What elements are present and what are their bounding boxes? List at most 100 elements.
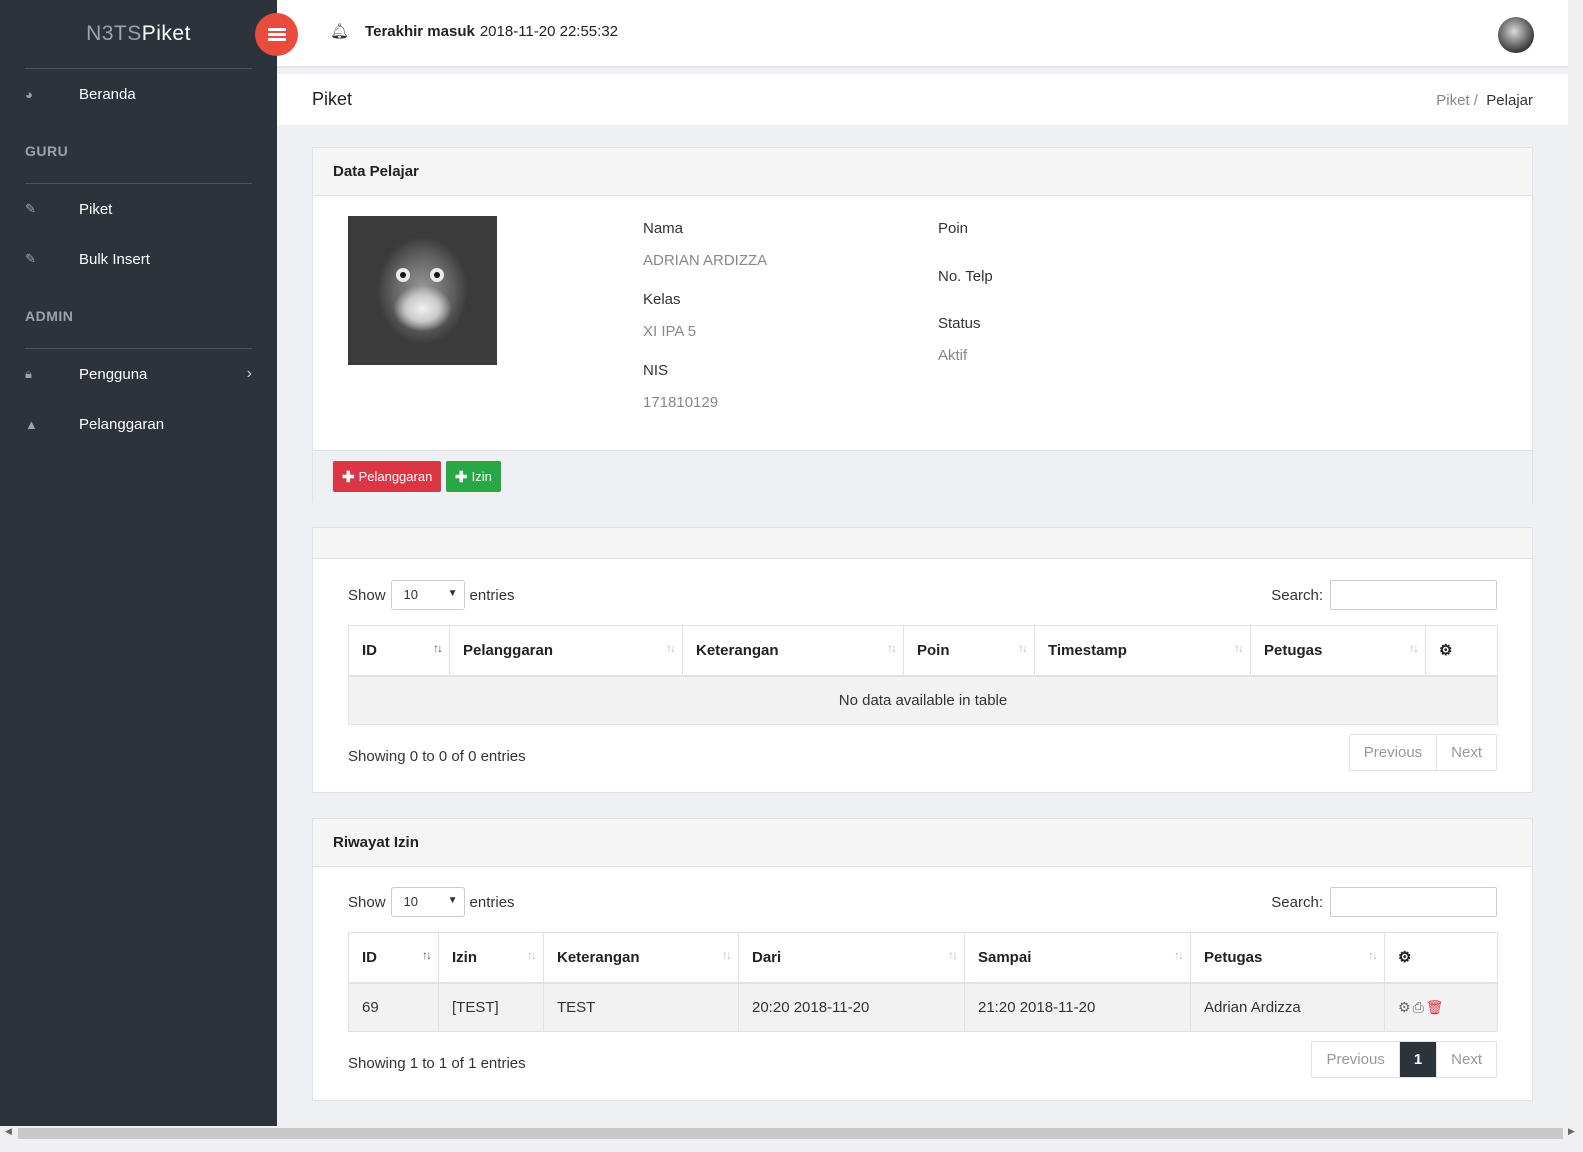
sort-icon: ↑↓	[1174, 948, 1184, 962]
next-button[interactable]: Next	[1436, 735, 1496, 770]
value-kelas: XI IPA 5	[643, 323, 697, 340]
sort-icon: ↑↓	[1368, 948, 1378, 962]
brand-part2: Piket	[141, 22, 191, 45]
column-header[interactable]: Dari ↑↓	[738, 932, 965, 984]
card-title	[313, 528, 1532, 559]
last-login-label: Terakhir masuk	[365, 22, 475, 40]
sidebar-item-piket[interactable]: ✎ Piket	[0, 184, 277, 234]
sidebar-item-bulk-insert[interactable]: ✎ Bulk Insert	[0, 234, 277, 284]
add-izin-button[interactable]: ✚ Izin	[446, 461, 501, 492]
gears-icon: ⚙	[1398, 949, 1412, 967]
column-header[interactable]: Izin ↑↓	[438, 932, 544, 984]
brand-logo[interactable]: N3TS Piket	[0, 0, 277, 68]
actions-column-header: ⚙	[1425, 625, 1498, 677]
label-status: Status	[938, 315, 981, 332]
sidebar-toggle-button[interactable]	[255, 13, 298, 56]
column-label: Keterangan	[557, 948, 640, 966]
previous-button[interactable]: Previous	[1312, 1042, 1398, 1077]
search-label: Search:	[1271, 586, 1323, 604]
table-header-row: ID ↑↓ Izin ↑↓ Keterangan ↑↓ Dari ↑↓ Sampai ↑↓…	[348, 932, 1498, 984]
scroll-right-icon[interactable]: ▶	[1568, 1126, 1575, 1137]
column-label: Pelanggaran	[463, 641, 554, 659]
trash-icon[interactable]: 🗑︎	[1426, 999, 1446, 1015]
value-nama: ADRIAN ARDIZZA	[643, 252, 768, 269]
column-label: Izin	[452, 948, 477, 966]
caret-down-icon: ▼	[447, 895, 458, 906]
permit-card: Riwayat Izin Show 10 ▼ entries Search: ID…	[312, 818, 1533, 1101]
column-label: Dari	[752, 948, 782, 966]
cell-keterangan: TEST	[543, 982, 739, 1032]
search-label: Search:	[1271, 893, 1323, 911]
column-header[interactable]: Keterangan ↑↓	[543, 932, 739, 984]
lock-icon: 🔒︎	[25, 366, 32, 381]
sort-icon: ↑↓	[722, 948, 732, 962]
student-card: Data Pelajar Nama ADRIAN ARDIZZA Kelas X…	[312, 147, 1533, 503]
column-label: ID	[362, 948, 377, 966]
sidebar-item-label: Pelanggaran	[79, 415, 165, 433]
length-select[interactable]: 10 ▼	[390, 887, 465, 917]
breadcrumb-link[interactable]: Piket	[1436, 92, 1469, 109]
cell-dari: 20:20 2018-11-20	[738, 982, 965, 1032]
next-button[interactable]: Next	[1436, 1042, 1496, 1077]
sort-icon: ↑↓	[948, 948, 958, 962]
gear-icon[interactable]: ⚙	[1398, 999, 1413, 1015]
sidebar-item-pelanggaran[interactable]: ▲ Pelanggaran	[0, 399, 277, 449]
add-pelanggaran-button[interactable]: ✚ Pelanggaran	[333, 461, 442, 492]
pencil-icon: ✎	[25, 201, 36, 216]
sidebar-item-label: Bulk Insert	[79, 250, 150, 268]
table-header-row: ID ↑↓ Pelanggaran ↑↓ Keterangan ↑↓ Poin ↑↓ T…	[348, 625, 1498, 677]
print-icon[interactable]: ⎙	[1413, 999, 1426, 1015]
scrollbar-thumb[interactable]	[18, 1128, 1563, 1139]
card-title: Riwayat Izin	[313, 819, 1532, 867]
scroll-left-icon[interactable]: ◀	[5, 1126, 12, 1137]
previous-button[interactable]: Previous	[1350, 735, 1436, 770]
length-control: Show 10 ▼ entries	[348, 887, 515, 917]
length-select[interactable]: 10 ▼	[390, 580, 465, 610]
sort-icon: ↑↓	[422, 948, 432, 962]
sort-icon: ↑↓	[527, 948, 537, 962]
sort-icon: ↑↓	[433, 641, 443, 655]
empty-message: No data available in table	[348, 675, 1498, 725]
column-header[interactable]: Sampai ↑↓	[964, 932, 1191, 984]
page-1-button[interactable]: 1	[1398, 1042, 1437, 1077]
column-header[interactable]: Petugas ↑↓	[1250, 625, 1426, 677]
sidebar-item-label: Beranda	[79, 85, 136, 103]
search-control: Search:	[1271, 887, 1497, 917]
column-header[interactable]: Poin ↑↓	[903, 625, 1035, 677]
avatar[interactable]	[1498, 17, 1534, 53]
button-label: Pelanggaran	[358, 469, 433, 484]
sidebar-item-beranda[interactable]: ◕ Beranda	[0, 69, 277, 119]
violation-card: Show 10 ▼ entries Search: ID ↑↓ Pelanggara…	[312, 527, 1533, 793]
cell-id: 69	[348, 982, 439, 1032]
column-header[interactable]: Petugas ↑↓	[1190, 932, 1385, 984]
column-header[interactable]: ID ↑↓	[348, 625, 450, 677]
caret-down-icon: ▼	[447, 588, 458, 599]
button-label: Izin	[471, 469, 492, 484]
section-heading-guru: GURU	[25, 143, 69, 159]
search-control: Search:	[1271, 580, 1497, 610]
entries-label: entries	[469, 586, 515, 604]
search-input[interactable]	[1330, 887, 1497, 917]
label-nis: NIS	[643, 362, 669, 379]
menu-icon	[267, 27, 286, 42]
pagination: Previous Next	[1348, 734, 1497, 771]
topbar: 🔔︎ Terakhir masuk 2018-11-20 22:55:32	[277, 0, 1568, 68]
column-header[interactable]: Keterangan ↑↓	[682, 625, 904, 677]
plus-icon: ✚	[342, 468, 355, 486]
column-header[interactable]: Pelanggaran ↑↓	[449, 625, 683, 677]
cell-izin: [TEST]	[438, 982, 544, 1032]
bell-icon[interactable]: 🔔︎	[330, 22, 349, 40]
sort-icon: ↑↓	[1018, 641, 1028, 655]
length-control: Show 10 ▼ entries	[348, 580, 515, 610]
sort-icon: ↑↓	[1409, 641, 1419, 655]
last-login-value: 2018-11-20 22:55:32	[479, 22, 618, 40]
length-value: 10	[403, 587, 418, 602]
vertical-scrollbar[interactable]	[1568, 0, 1583, 1126]
permit-table: ID ↑↓ Izin ↑↓ Keterangan ↑↓ Dari ↑↓ Sampai ↑↓…	[348, 932, 1498, 1032]
search-input[interactable]	[1330, 580, 1497, 610]
value-status: Aktif	[938, 347, 968, 364]
sidebar-item-pengguna[interactable]: 🔒︎ Pengguna ›	[0, 349, 277, 399]
column-header[interactable]: Timestamp ↑↓	[1034, 625, 1251, 677]
plus-icon: ✚	[455, 468, 468, 486]
column-header[interactable]: ID ↑↓	[348, 932, 439, 984]
